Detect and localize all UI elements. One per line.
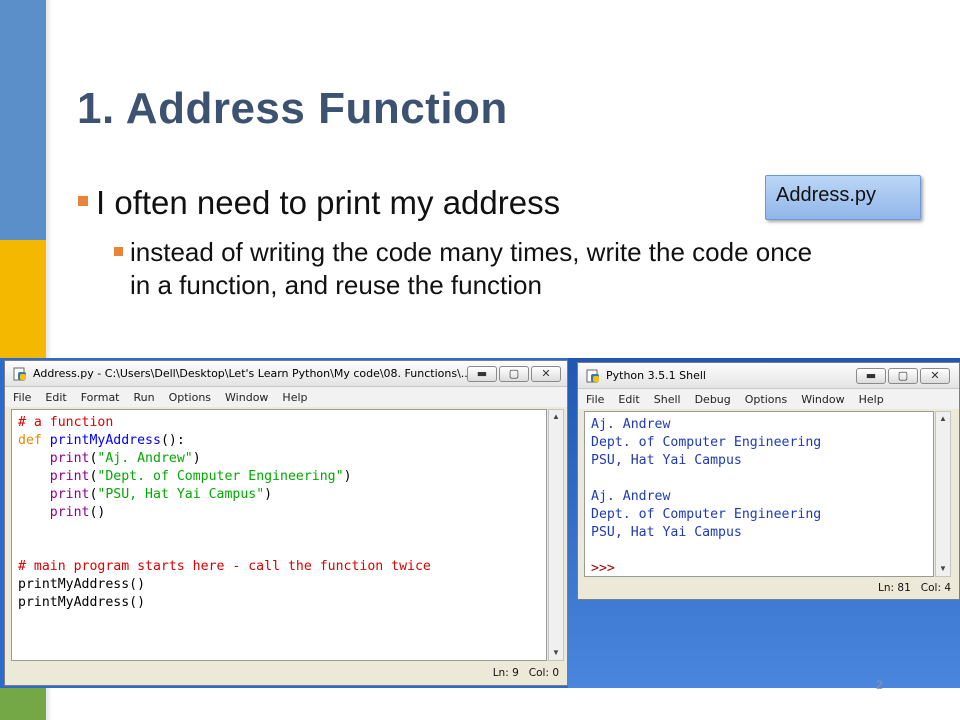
- status-column: Col: 0: [528, 667, 559, 679]
- code-text: ): [343, 469, 352, 484]
- editor-statusbar: Ln: 9 Col: 0: [493, 664, 559, 682]
- code-builtin: print: [49, 505, 90, 520]
- close-icon: ✕: [930, 369, 940, 382]
- editor-window[interactable]: Address.py - C:\Users\Dell\Desktop\Let's…: [4, 360, 568, 686]
- menu-options[interactable]: Options: [169, 391, 211, 404]
- maximize-button[interactable]: ▢: [888, 368, 918, 384]
- code-text: ): [192, 451, 201, 466]
- bullet-level-1-text: I often need to print my address: [96, 184, 561, 221]
- output-line: Aj. Andrew: [591, 489, 671, 504]
- status-line: Ln: 81: [878, 582, 911, 594]
- bullet-level-2: instead of writing the code many times, …: [114, 236, 834, 302]
- code-builtin: print: [49, 451, 90, 466]
- scroll-up-icon[interactable]: ▲: [936, 412, 950, 426]
- minimize-button[interactable]: ▬: [856, 368, 886, 384]
- status-line: Ln: 9: [492, 667, 519, 679]
- shell-window[interactable]: Python 3.5.1 Shell ▬ ▢ ✕ File Edit Shell…: [577, 362, 960, 600]
- code-text: ): [264, 487, 273, 502]
- slide-number: 2: [876, 678, 883, 692]
- menu-help[interactable]: Help: [282, 391, 307, 404]
- menu-edit[interactable]: Edit: [618, 393, 639, 406]
- scroll-down-icon[interactable]: ▼: [549, 646, 563, 660]
- shell-prompt[interactable]: >>>: [591, 561, 615, 576]
- minimize-button[interactable]: ▬: [467, 366, 497, 382]
- shell-menubar: File Edit Shell Debug Options Window Hel…: [578, 389, 959, 409]
- menu-file[interactable]: File: [586, 393, 604, 406]
- menu-help[interactable]: Help: [859, 393, 884, 406]
- maximize-icon: ▢: [897, 369, 909, 382]
- scroll-down-icon[interactable]: ▼: [936, 562, 950, 576]
- editor-vertical-scrollbar[interactable]: ▲ ▼: [548, 409, 564, 661]
- editor-menubar: File Edit Format Run Options Window Help: [5, 387, 567, 407]
- code-text: ():: [160, 433, 185, 448]
- python-shell-icon: [586, 369, 599, 383]
- bullet-level-2-text: instead of writing the code many times, …: [130, 237, 813, 300]
- shell-output[interactable]: Aj. Andrew Dept. of Computer Engineering…: [584, 411, 934, 577]
- bullet-square-icon: [114, 247, 123, 256]
- filename-callout: Address.py: [765, 175, 921, 220]
- code-builtin: print: [49, 487, 90, 502]
- menu-window[interactable]: Window: [801, 393, 844, 406]
- minimize-icon: ▬: [865, 369, 877, 382]
- output-line: Aj. Andrew: [591, 417, 671, 432]
- editor-title-text: Address.py - C:\Users\Dell\Desktop\Let's…: [33, 367, 472, 380]
- code-string: "Dept. of Computer Engineering": [97, 469, 344, 484]
- status-column: Col: 4: [920, 582, 951, 594]
- menu-shell[interactable]: Shell: [654, 393, 681, 406]
- code-editor[interactable]: # a function def printMyAddress(): print…: [11, 409, 547, 661]
- minimize-icon: ▬: [476, 367, 488, 380]
- close-icon: ✕: [541, 367, 551, 380]
- code-line: # main program starts here - call the fu…: [18, 559, 431, 574]
- menu-run[interactable]: Run: [134, 391, 155, 404]
- code-keyword: def: [18, 433, 42, 448]
- shell-titlebar[interactable]: Python 3.5.1 Shell ▬ ▢ ✕: [578, 363, 959, 389]
- maximize-icon: ▢: [508, 367, 520, 380]
- bullet-square-icon: [78, 196, 88, 206]
- slide-title: 1. Address Function: [77, 84, 508, 133]
- menu-debug[interactable]: Debug: [695, 393, 731, 406]
- output-line: Dept. of Computer Engineering: [591, 435, 822, 450]
- close-button[interactable]: ✕: [531, 366, 561, 382]
- menu-format[interactable]: Format: [81, 391, 120, 404]
- code-text: (): [89, 505, 106, 520]
- output-line: PSU, Hat Yai Campus: [591, 453, 742, 468]
- output-line: PSU, Hat Yai Campus: [591, 525, 742, 540]
- code-string: "Aj. Andrew": [97, 451, 193, 466]
- code-line: # a function: [18, 415, 114, 430]
- shell-vertical-scrollbar[interactable]: ▲ ▼: [935, 411, 951, 577]
- close-button[interactable]: ✕: [920, 368, 950, 384]
- menu-edit[interactable]: Edit: [45, 391, 66, 404]
- code-line: printMyAddress(): [18, 595, 146, 610]
- menu-file[interactable]: File: [13, 391, 31, 404]
- code-line: printMyAddress(): [18, 577, 146, 592]
- shell-statusbar: Ln: 81 Col: 4: [878, 579, 951, 597]
- shell-title-text: Python 3.5.1 Shell: [606, 369, 706, 382]
- scroll-up-icon[interactable]: ▲: [549, 410, 563, 424]
- code-string: "PSU, Hat Yai Campus": [97, 487, 265, 502]
- code-function-name: printMyAddress: [49, 433, 161, 448]
- bullet-level-1: I often need to print my address: [78, 184, 560, 222]
- editor-titlebar[interactable]: Address.py - C:\Users\Dell\Desktop\Let's…: [5, 361, 567, 387]
- output-line: Dept. of Computer Engineering: [591, 507, 822, 522]
- menu-window[interactable]: Window: [225, 391, 268, 404]
- code-builtin: print: [49, 469, 90, 484]
- stripe-blue: [0, 0, 46, 240]
- python-file-icon: [13, 367, 26, 381]
- menu-options[interactable]: Options: [745, 393, 787, 406]
- maximize-button[interactable]: ▢: [499, 366, 529, 382]
